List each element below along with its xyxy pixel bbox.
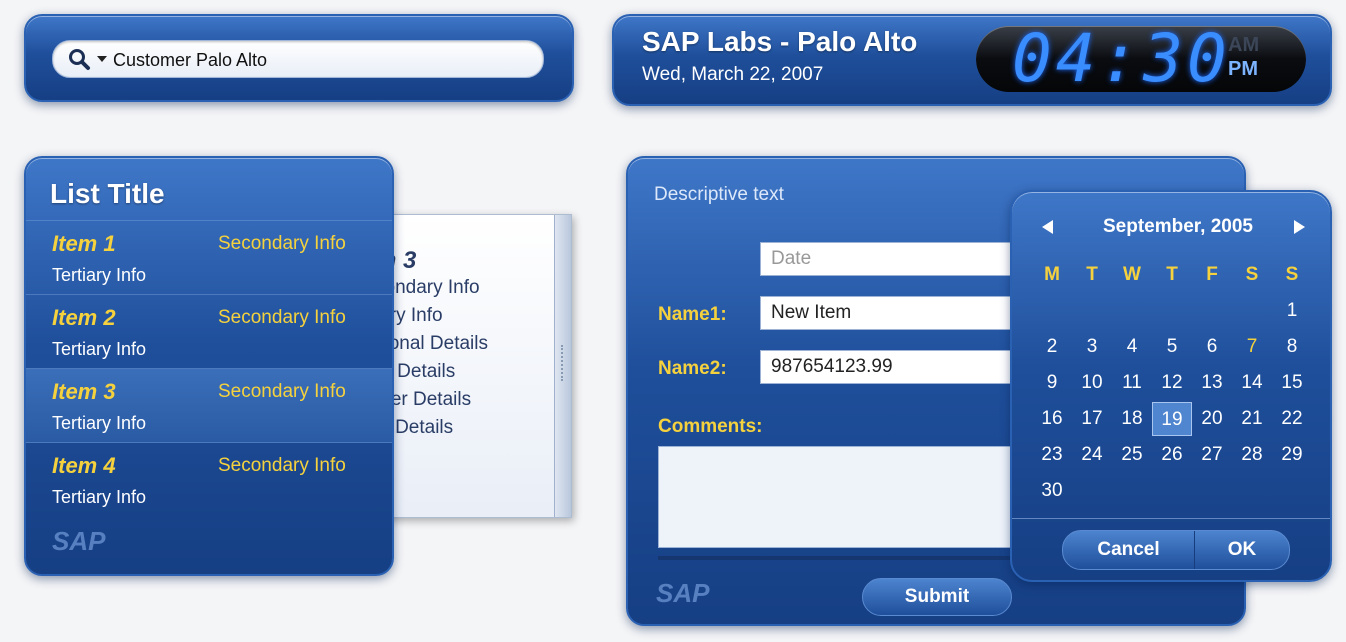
name1-field[interactable] <box>760 296 1040 330</box>
chevron-down-icon[interactable] <box>97 56 107 62</box>
calendar-day[interactable]: 20 <box>1192 402 1232 436</box>
weekday-header: W <box>1123 264 1141 285</box>
calendar-day[interactable]: 22 <box>1272 402 1312 436</box>
calendar-day[interactable]: 10 <box>1072 366 1112 400</box>
weekday-header: F <box>1206 264 1218 285</box>
calendar-day[interactable]: 27 <box>1192 438 1232 472</box>
search-icon[interactable] <box>67 47 91 71</box>
comments-field[interactable] <box>658 446 1044 548</box>
calendar-day[interactable]: 13 <box>1192 366 1232 400</box>
item-secondary-info: Secondary Info <box>218 233 346 254</box>
cancel-button[interactable]: Cancel <box>1063 531 1195 569</box>
list-item[interactable]: Item 4 Secondary Info Tertiary Info <box>26 442 392 517</box>
ok-button[interactable]: OK <box>1196 531 1288 569</box>
calendar-day[interactable]: 3 <box>1072 330 1112 364</box>
item-secondary-info: Secondary Info <box>218 307 346 328</box>
sap-logo: SAP <box>52 526 106 556</box>
calendar-month-title: September, 2005 <box>1103 216 1253 237</box>
calendar-day[interactable]: 9 <box>1032 366 1072 400</box>
calendar-day[interactable]: 6 <box>1192 330 1232 364</box>
calendar-day[interactable]: 29 <box>1272 438 1312 472</box>
weekday-header: S <box>1285 264 1299 285</box>
calendar-day[interactable]: 26 <box>1152 438 1192 472</box>
item-name: Item 1 <box>52 231 116 256</box>
clock-pm-indicator: PM <box>1228 58 1258 80</box>
item-tertiary-info: Tertiary Info <box>52 487 147 507</box>
date-field[interactable] <box>760 242 1040 276</box>
sap-logo: SAP <box>656 578 710 608</box>
name1-label: Name1: <box>658 304 727 325</box>
previous-month-icon[interactable] <box>1042 220 1053 234</box>
calendar-popup: September, 2005 M T W T F S S 1 2 3 4 5 6 7 8 9 10 11 12 13… <box>1010 190 1332 582</box>
calendar-day[interactable]: 30 <box>1032 474 1072 508</box>
calendar-day[interactable]: 4 <box>1112 330 1152 364</box>
comments-label: Comments: <box>658 416 763 437</box>
calendar-day-selected[interactable]: 19 <box>1152 402 1192 436</box>
next-month-icon[interactable] <box>1294 220 1305 234</box>
item-tertiary-info: Tertiary Info <box>52 265 147 285</box>
search-input[interactable] <box>111 46 515 74</box>
calendar-day[interactable]: 24 <box>1072 438 1112 472</box>
weekday-header: T <box>1086 264 1098 285</box>
calendar-day[interactable]: 11 <box>1112 366 1152 400</box>
location-date: Wed, March 22, 2007 <box>642 64 824 85</box>
item-name: Item 4 <box>52 453 116 478</box>
calendar-day[interactable]: 2 <box>1032 330 1072 364</box>
calendar-day[interactable]: 28 <box>1232 438 1272 472</box>
name2-label: Name2: <box>658 358 727 379</box>
item-name: Item 3 <box>52 379 116 404</box>
location-title: SAP Labs - Palo Alto <box>642 26 918 57</box>
list-item-selected[interactable]: Item 3 Secondary Info Tertiary Info <box>26 368 392 443</box>
list-title: List Title <box>50 178 165 209</box>
submit-button[interactable]: Submit <box>862 578 1012 616</box>
list-item[interactable]: Item 1 Secondary Info Tertiary Info <box>26 220 392 295</box>
calendar-day[interactable]: 8 <box>1272 330 1312 364</box>
clock-am-indicator: AM <box>1228 34 1260 56</box>
weekday-header: T <box>1166 264 1178 285</box>
item-name: Item 2 <box>52 305 116 330</box>
item-tertiary-info: Tertiary Info <box>52 339 147 359</box>
weekday-header: S <box>1245 264 1259 285</box>
calendar-day[interactable]: 14 <box>1232 366 1272 400</box>
divider <box>1012 518 1330 519</box>
name2-field[interactable] <box>760 350 1040 384</box>
detail-scrollbar[interactable] <box>554 215 571 517</box>
form-description: Descriptive text <box>654 184 784 205</box>
calendar-day[interactable]: 23 <box>1032 438 1072 472</box>
item-secondary-info: Secondary Info <box>218 455 346 476</box>
calendar-day[interactable]: 7 <box>1232 330 1272 364</box>
item-secondary-info: Secondary Info <box>218 381 346 402</box>
list-item[interactable]: Item 2 Secondary Info Tertiary Info <box>26 294 392 369</box>
calendar-day[interactable]: 5 <box>1152 330 1192 364</box>
calendar-day[interactable]: 1 <box>1272 294 1312 328</box>
calendar-day[interactable]: 16 <box>1032 402 1072 436</box>
calendar-day[interactable]: 25 <box>1112 438 1152 472</box>
digital-clock: 04:30 AM PM <box>976 20 1306 97</box>
calendar-day[interactable]: 18 <box>1112 402 1152 436</box>
list-panel: List Title Item 1 Secondary Info Tertiar… <box>24 156 394 576</box>
calendar-day[interactable]: 21 <box>1232 402 1272 436</box>
clock-time: 04:30 <box>1012 20 1231 97</box>
calendar-day[interactable]: 12 <box>1152 366 1192 400</box>
calendar-day[interactable]: 15 <box>1272 366 1312 400</box>
header-panel: SAP Labs - Palo Alto Wed, March 22, 2007… <box>612 14 1332 106</box>
item-tertiary-info: Tertiary Info <box>52 413 147 433</box>
scrollbar-grip[interactable] <box>561 345 565 381</box>
search-panel <box>24 14 574 102</box>
search-box[interactable] <box>52 40 544 78</box>
weekday-header: M <box>1044 264 1060 285</box>
calendar-day[interactable]: 17 <box>1072 402 1112 436</box>
calendar-button-bar: Cancel OK <box>1062 530 1290 570</box>
